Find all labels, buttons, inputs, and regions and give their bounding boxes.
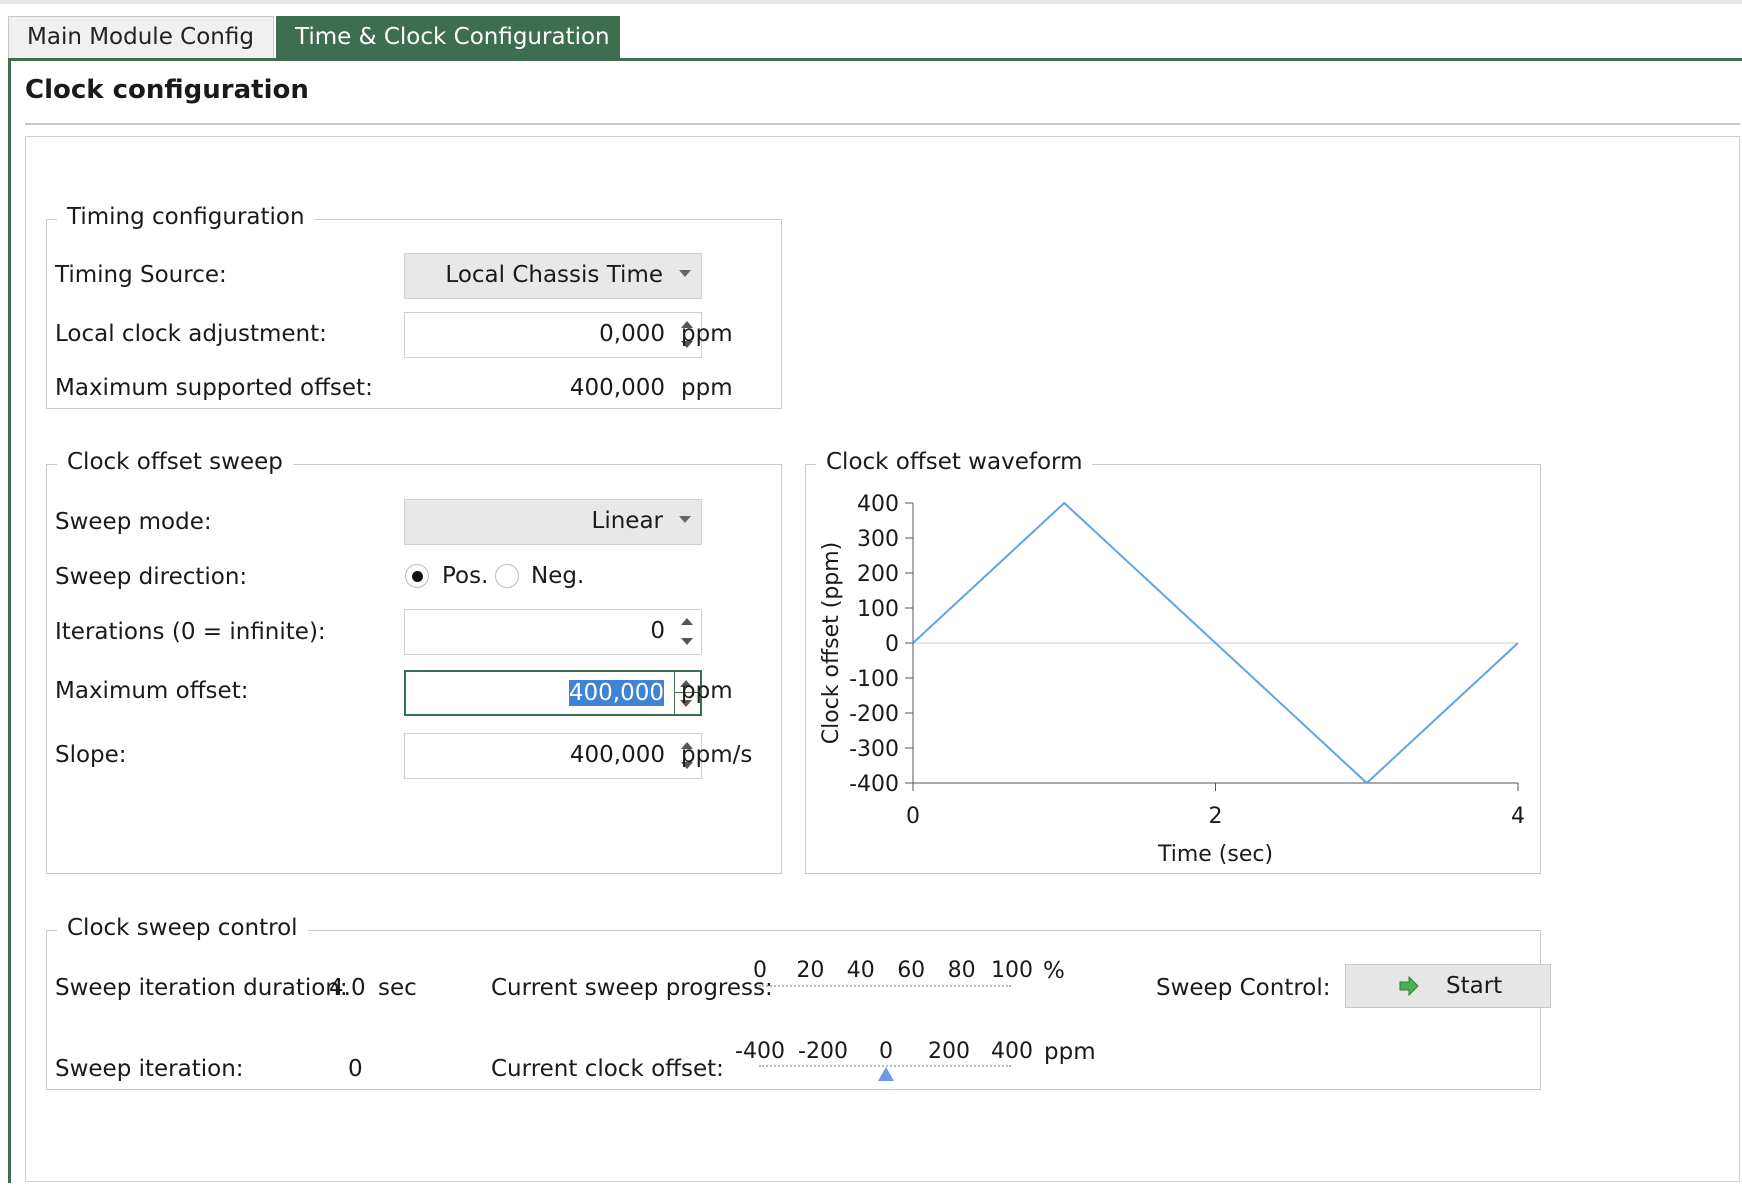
progress-scale-tick-label: 20 [796, 958, 825, 983]
y-tick-label: 200 [857, 562, 899, 587]
clock-offset-waveform-group: Clock offset waveform 400 300 200 100 0 -100-… [805, 449, 1541, 874]
timing-source-dropdown[interactable]: Local Chassis Time [404, 253, 702, 299]
offset-scale-tick-label: -400 [735, 1039, 785, 1064]
offset-scale-tick-label: -200 [798, 1039, 848, 1064]
clock-offset-chart: 400 300 200 100 0 -100 -200 -300 -400 0 2 4 Time (se… [819, 492, 1525, 867]
y-tick-label: -400 [849, 772, 899, 797]
offset-scale-tick-label: 400 [991, 1039, 1033, 1064]
content-area: Timing configuration Timing Source: Loca… [25, 136, 1740, 1182]
sweep-iteration-duration-value: 4.0 [329, 975, 366, 1001]
sweep-direction-neg-radio[interactable] [495, 564, 519, 588]
max-offset-input[interactable]: 400,000 [404, 670, 702, 716]
local-clock-adjust-input[interactable]: 0,000 [404, 312, 702, 358]
sweep-direction-pos-label[interactable]: Pos. [442, 563, 488, 589]
tab-main-module-config[interactable]: Main Module Config [8, 16, 274, 58]
chevron-down-icon [679, 516, 691, 523]
sweep-progress-dots [759, 985, 1011, 987]
sweep-progress-scale: 0 20 40 60 80 100 [753, 958, 1040, 984]
y-tick-label: -300 [849, 737, 899, 762]
y-tick-label: 300 [857, 527, 899, 552]
timing-config-group: Timing configuration Timing Source: Loca… [46, 204, 782, 409]
max-supported-offset-label: Maximum supported offset: [55, 375, 373, 401]
clock-offset-sweep-group: Clock offset sweep Sweep mode: Linear Sw… [46, 449, 782, 874]
slope-label: Slope: [55, 742, 127, 768]
slope-value: 400,000 [569, 742, 665, 768]
offset-scale-tick-label: 200 [928, 1039, 970, 1064]
iterations-value: 0 [650, 618, 665, 644]
progress-scale-tick-label: 40 [846, 958, 875, 983]
y-tick-label: -100 [849, 667, 899, 692]
slope-unit: ppm/s [681, 742, 753, 768]
top-edge [0, 0, 1742, 4]
local-clock-adjust-label: Local clock adjustment: [55, 321, 327, 347]
sweep-mode-dropdown[interactable]: Linear [404, 499, 702, 545]
x-tick-label: 4 [1511, 804, 1525, 829]
y-axis-label: Clock offset (ppm) [819, 542, 844, 745]
clock-offset-marker-icon [878, 1067, 894, 1081]
start-button[interactable]: Start [1345, 964, 1551, 1008]
progress-scale-tick-label: 60 [897, 958, 926, 983]
iterations-input[interactable]: 0 [404, 609, 702, 655]
sweep-direction-label: Sweep direction: [55, 564, 248, 590]
current-clock-offset-label: Current clock offset: [491, 1056, 724, 1082]
sweep-iteration-duration-label: Sweep iteration duration: [55, 975, 348, 1001]
spin-up-icon[interactable] [681, 618, 693, 625]
slope-input[interactable]: 400,000 [404, 733, 702, 779]
progress-scale-tick-label: 100 [991, 958, 1033, 983]
current-sweep-progress-label: Current sweep progress: [491, 975, 773, 1001]
max-offset-unit: ppm [681, 678, 733, 704]
max-supported-offset-value: 400,000 [569, 375, 665, 401]
iterations-label: Iterations (0 = infinite): [55, 619, 326, 645]
y-tick-label: -200 [849, 702, 899, 727]
clock-offset-sweep-legend: Clock offset sweep [57, 449, 293, 475]
progress-scale-tick-label: 80 [947, 958, 976, 983]
y-tick-label: 100 [857, 597, 899, 622]
clock-config-panel: Clock configuration Timing configuration… [8, 58, 1742, 1183]
sweep-progress-unit: % [1043, 958, 1065, 984]
max-offset-label: Maximum offset: [55, 678, 249, 704]
timing-source-label: Timing Source: [55, 262, 227, 288]
local-clock-adjust-value: 0,000 [599, 321, 665, 347]
timing-config-legend: Timing configuration [57, 204, 315, 230]
timing-source-value: Local Chassis Time [445, 262, 663, 288]
sweep-mode-value: Linear [591, 508, 663, 534]
sweep-iteration-label: Sweep iteration: [55, 1056, 244, 1082]
start-button-label: Start [1446, 973, 1503, 999]
clock-offset-unit: ppm [1044, 1039, 1096, 1065]
y-tick-label: 0 [885, 632, 899, 657]
x-tick-label: 2 [1209, 804, 1223, 829]
sweep-control-label: Sweep Control: [1156, 975, 1331, 1001]
sweep-direction-neg-label[interactable]: Neg. [531, 563, 584, 589]
clock-sweep-control-group: Clock sweep control Sweep iteration dura… [46, 915, 1551, 1090]
y-tick-label: 400 [857, 492, 899, 517]
clock-sweep-control-legend: Clock sweep control [57, 915, 308, 941]
max-supported-offset-unit: ppm [681, 375, 733, 401]
chevron-down-icon [679, 270, 691, 277]
local-clock-adjust-unit: ppm [681, 321, 733, 347]
page-title: Clock configuration [25, 75, 309, 105]
sweep-mode-label: Sweep mode: [55, 509, 212, 535]
clock-offset-scale: -400 -200 0 200 400 [735, 1039, 1040, 1065]
sweep-direction-pos-radio[interactable] [405, 564, 429, 588]
sweep-iteration-value: 0 [348, 1056, 363, 1082]
progress-scale-tick-label: 0 [753, 958, 767, 983]
x-tick-label: 0 [906, 804, 920, 829]
spin-down-icon[interactable] [681, 638, 693, 645]
x-axis-label: Time (sec) [1157, 842, 1273, 867]
sweep-iteration-duration-unit: sec [378, 975, 417, 1001]
max-offset-value: 400,000 [568, 680, 664, 706]
tab-time-clock-configuration[interactable]: Time & Clock Configuration [276, 16, 620, 58]
offset-scale-tick-label: 0 [879, 1039, 893, 1064]
title-divider [25, 123, 1740, 125]
start-arrow-icon [1399, 975, 1419, 997]
